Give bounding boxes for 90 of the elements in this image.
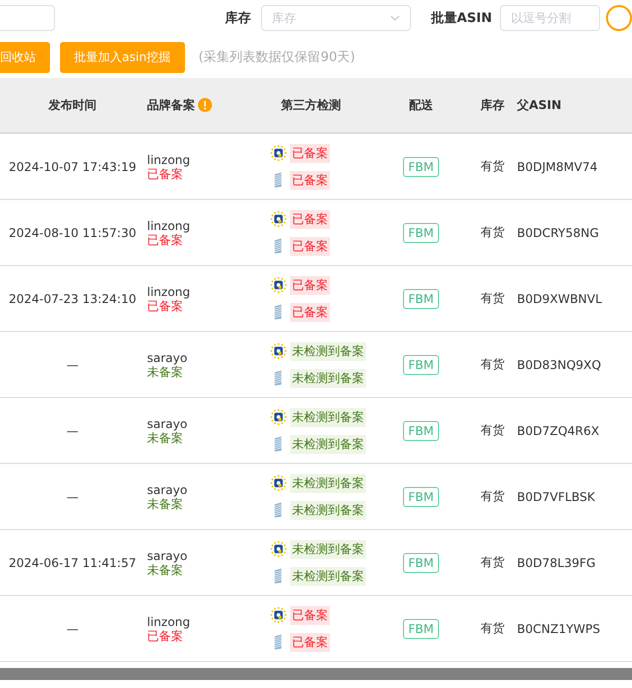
star-badge-icon xyxy=(270,606,287,624)
parent-asin: B0DJM8MV74 xyxy=(516,160,598,174)
check-status: 已备案 xyxy=(290,302,330,322)
brand-name: sarayo xyxy=(147,482,188,496)
parent-asin: B0DCRY58NG xyxy=(516,226,599,240)
star-badge-icon xyxy=(270,276,287,294)
check-status: 未检测到备案 xyxy=(290,368,366,388)
stock-status: 有货 xyxy=(480,620,504,637)
check-status: 已备案 xyxy=(290,144,330,162)
publish-time: 2024-07-23 13:24:10 xyxy=(8,292,136,306)
column-header: 父ASIN xyxy=(517,96,562,114)
filter-label: 库存 xyxy=(224,10,251,27)
brand-status: 已备案 xyxy=(147,166,184,180)
check-status: 已备案 xyxy=(290,632,330,652)
caret-icon xyxy=(390,15,400,21)
filter-label: 批量ASIN xyxy=(430,10,492,27)
check-status: 未检测到备案 xyxy=(290,540,366,558)
brand-name: linzong xyxy=(147,614,190,628)
parent-asin: B0D9XWBNVL xyxy=(516,292,602,306)
check-status: 未检测到备案 xyxy=(290,434,366,454)
shipping-tag: FBM xyxy=(403,618,439,638)
check-status: 已备案 xyxy=(290,210,330,228)
warning-icon[interactable] xyxy=(198,98,212,112)
star-badge-icon xyxy=(270,474,287,492)
stock-dropdown[interactable]: 库存 xyxy=(260,5,411,31)
shipping-tag: FBM xyxy=(403,288,439,308)
dropdown[interactable] xyxy=(0,5,55,31)
stock-status: 有货 xyxy=(480,422,504,439)
shipping-tag: FBM xyxy=(403,354,439,374)
column-header: 库存 xyxy=(480,96,504,114)
column-header: 品牌备案 xyxy=(147,96,195,114)
check-status: 未检测到备案 xyxy=(290,566,366,586)
publish-time: — xyxy=(66,424,78,438)
check-status: 已备案 xyxy=(290,170,330,190)
publish-time: — xyxy=(66,622,78,636)
stock-status: 有货 xyxy=(480,224,504,241)
brand-name: linzong xyxy=(147,152,190,166)
parent-asin: B0D83NQ9XQ xyxy=(516,358,602,372)
shipping-tag: FBM xyxy=(403,156,439,176)
check-status: 已备案 xyxy=(290,276,330,294)
batch-add-button[interactable]: 批量加入asin挖掘 xyxy=(60,42,185,72)
star-badge-icon xyxy=(270,408,287,426)
star-badge-icon xyxy=(270,540,287,558)
check-status: 未检测到备案 xyxy=(290,474,366,492)
brand-status: 未备案 xyxy=(147,430,184,444)
brand-status: 已备案 xyxy=(147,298,184,312)
brand-status: 已备案 xyxy=(147,628,184,642)
recycle-bin-button[interactable]: 回收站 xyxy=(0,42,50,72)
publish-time: 2024-08-10 11:57:30 xyxy=(8,226,136,240)
brand-name: sarayo xyxy=(147,350,188,364)
check-status: 已备案 xyxy=(290,606,330,624)
shipping-tag: FBM xyxy=(403,222,439,242)
publish-time: — xyxy=(66,358,78,372)
retention-note: (采集列表数据仅保留90天) xyxy=(198,49,356,66)
scrollbar[interactable] xyxy=(0,668,632,680)
brand-status: 未备案 xyxy=(147,562,184,576)
star-badge-icon xyxy=(270,144,287,162)
stock-status: 有货 xyxy=(480,488,504,505)
brand-name: sarayo xyxy=(147,416,188,430)
check-status: 未检测到备案 xyxy=(290,500,366,520)
brand-status: 未备案 xyxy=(147,496,184,510)
parent-asin: B0CNZ1YWPS xyxy=(516,622,600,636)
shipping-tag: FBM xyxy=(403,552,439,572)
stock-status: 有货 xyxy=(480,356,504,373)
stock-status: 有货 xyxy=(480,158,504,175)
shipping-tag: FBM xyxy=(403,486,439,506)
asin-input-field[interactable]: 以逗号分割 xyxy=(500,5,600,31)
publish-time: 2024-06-17 11:41:57 xyxy=(8,556,136,570)
brand-name: linzong xyxy=(147,218,190,232)
check-status: 未检测到备案 xyxy=(290,408,366,426)
brand-name: sarayo xyxy=(147,548,188,562)
parent-asin: B0D7ZQ4R6X xyxy=(516,424,600,438)
ring-icon[interactable] xyxy=(606,5,632,31)
check-status: 未检测到备案 xyxy=(290,342,366,360)
stock-status: 有货 xyxy=(480,290,504,307)
stock-status: 有货 xyxy=(480,554,504,571)
column-header: 第三方检测 xyxy=(281,96,341,114)
check-status: 已备案 xyxy=(290,236,330,256)
star-badge-icon xyxy=(270,210,287,228)
shipping-tag: FBM xyxy=(403,420,439,440)
brand-status: 未备案 xyxy=(147,364,184,378)
brand-status: 已备案 xyxy=(147,232,184,246)
column-header: 配送 xyxy=(409,96,433,114)
publish-time: — xyxy=(66,490,78,504)
column-header: 发布时间 xyxy=(48,96,96,114)
parent-asin: B0D7VFLBSK xyxy=(516,490,596,504)
publish-time: 2024-10-07 17:43:19 xyxy=(8,160,136,174)
star-badge-icon xyxy=(270,342,287,360)
parent-asin: B0D78L39FG xyxy=(516,556,596,570)
brand-name: linzong xyxy=(147,284,190,298)
